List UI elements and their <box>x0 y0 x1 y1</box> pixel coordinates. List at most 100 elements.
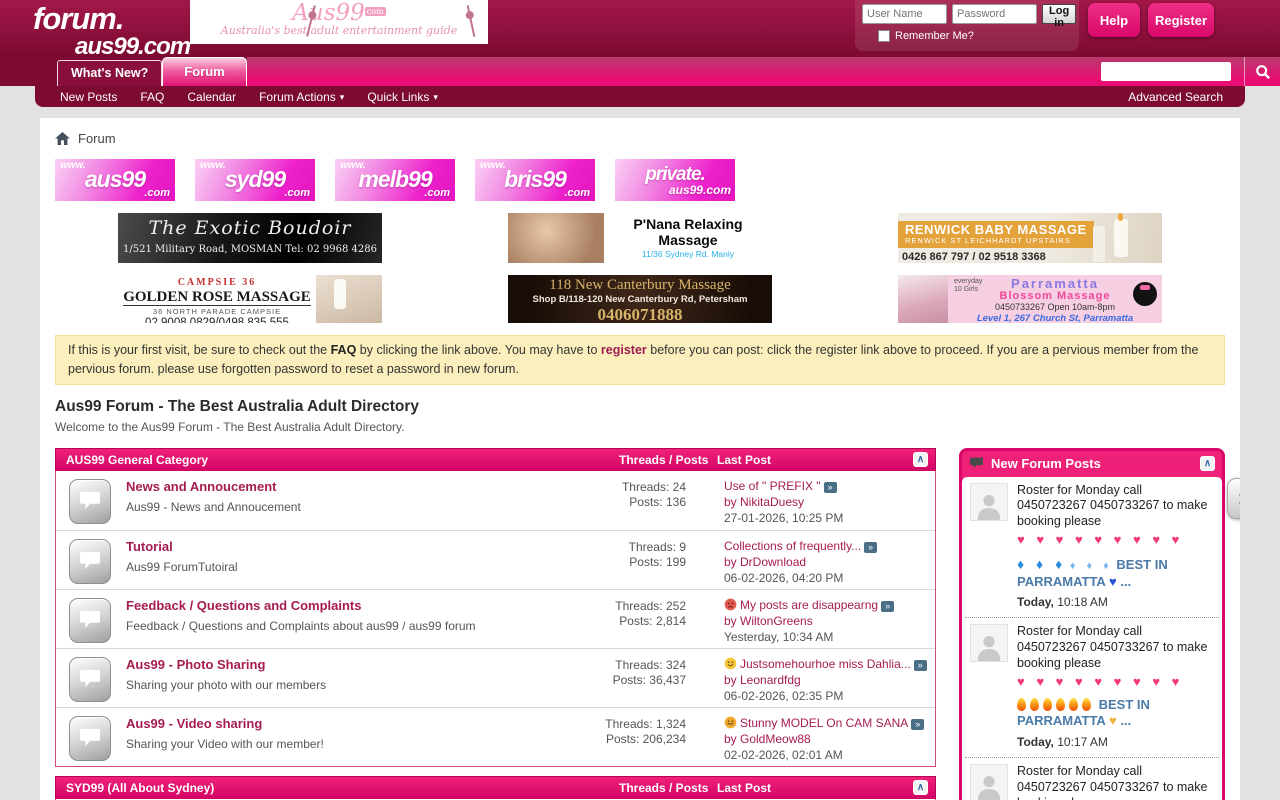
tab-forum[interactable]: Forum <box>162 57 246 86</box>
last-post-author[interactable]: by GoldMeow88 <box>724 732 935 747</box>
sidebar-post[interactable]: Roster for Monday call 0450723267 045073… <box>965 757 1219 800</box>
banner-bris99[interactable]: www. bris99 .com <box>475 159 595 201</box>
last-post-author[interactable]: by Leonardfdg <box>724 673 935 688</box>
last-post-link[interactable]: Use of " PREFIX " <box>724 479 821 493</box>
goto-last-post-icon[interactable]: » <box>824 482 837 493</box>
post-text: Roster for Monday call 0450723267 045073… <box>1017 764 1207 800</box>
username-field[interactable] <box>862 4 947 24</box>
forum-row: Feedback / Questions and Complaints Feed… <box>56 589 935 648</box>
remember-me-checkbox[interactable] <box>878 30 890 42</box>
sidebar-post[interactable]: Roster for Monday call 0450723267 045073… <box>965 617 1219 757</box>
forum-link[interactable]: Aus99 - Video sharing <box>126 716 572 731</box>
last-post-link[interactable]: Collections of frequently... <box>724 539 861 553</box>
forum-link[interactable]: Tutorial <box>126 539 572 554</box>
register-button[interactable]: Register <box>1148 3 1214 37</box>
forum-link[interactable]: Aus99 - Photo Sharing <box>126 657 572 672</box>
post-text: Roster for Monday call 0450723267 045073… <box>1017 483 1207 528</box>
tab-whats-new[interactable]: What's New? <box>57 60 162 86</box>
register-link[interactable]: register <box>601 343 647 357</box>
column-threads-posts: Threads / Posts <box>619 781 717 795</box>
banner-melb99[interactable]: www. melb99 .com <box>335 159 455 201</box>
search-input[interactable] <box>1101 62 1231 81</box>
heart-icon: ♥ <box>1109 574 1117 589</box>
angry-face-icon <box>724 598 737 611</box>
collapse-button[interactable]: ∧ <box>913 780 928 795</box>
site-banner-row: www. aus99 .com www. syd99 .com www. mel… <box>55 159 1225 201</box>
forum-description: Feedback / Questions and Complaints abou… <box>126 619 572 633</box>
banner-tagline: Australia's best adult entertainment gui… <box>190 24 488 37</box>
forum-row: News and Annoucement Aus99 - News and An… <box>56 471 935 530</box>
last-post-link[interactable]: My posts are disappearng <box>740 598 878 612</box>
ad-canterbury-massage[interactable]: 118 New Canterbury Massage Shop B/118-12… <box>508 275 772 323</box>
ad-blossom-massage[interactable]: everyday10 Girls Parramatta Blossom Mass… <box>898 275 1162 323</box>
column-last-post: Last Post <box>717 781 913 795</box>
goto-last-post-icon[interactable]: » <box>914 660 927 671</box>
subnav-faq[interactable]: FAQ <box>140 90 164 104</box>
home-icon[interactable] <box>55 132 70 145</box>
last-post-cell: Use of " PREFIX "» by NikitaDuesy 27-01-… <box>724 479 935 530</box>
collapse-button[interactable]: ∧ <box>913 452 928 467</box>
collapse-button[interactable]: ∧ <box>1200 456 1215 471</box>
ad-renwick-massage[interactable]: RENWICK BABY MASSAGE RENWICK ST LEICHHAR… <box>898 213 1162 263</box>
ad-exotic-boudoir[interactable]: The Exotic Boudoir 1/521 Military Road, … <box>118 213 382 263</box>
heart-icons: ♥ ♥ ♥ ♥ ♥ ♥ ♥ ♥ ♥ <box>1017 532 1214 548</box>
advanced-search-link[interactable]: Advanced Search <box>1128 90 1223 104</box>
last-post-cell: Collections of frequently...» by DrDownl… <box>724 539 935 589</box>
sidebar-expand-handle[interactable]: » <box>1227 478 1240 519</box>
last-post-link[interactable]: Stunny MODEL On CAM SANA <box>740 716 908 730</box>
banner-aus99[interactable]: www. aus99 .com <box>55 159 175 201</box>
flame-icon <box>1069 698 1078 711</box>
search-button[interactable] <box>1244 57 1280 86</box>
person-icon <box>974 771 1004 800</box>
password-field[interactable] <box>952 4 1037 24</box>
banner-title: Aus99com <box>190 1 488 24</box>
last-post-date: Yesterday, 10:34 AM <box>724 630 935 645</box>
page-subtitle: Welcome to the Aus99 Forum - The Best Au… <box>55 420 1225 434</box>
category-title[interactable]: SYD99 (All About Sydney) <box>66 781 619 795</box>
forum-row: Aus99 - Photo Sharing Sharing your photo… <box>56 648 935 707</box>
forum-link[interactable]: Feedback / Questions and Complaints <box>126 598 572 613</box>
goto-last-post-icon[interactable]: » <box>864 542 877 553</box>
category-aus99-general: AUS99 General Category Threads / Posts L… <box>55 448 936 767</box>
last-post-author[interactable]: by WiltonGreens <box>724 614 935 629</box>
forum-row: Tutorial Aus99 ForumTutoiral Threads: 9 … <box>56 530 935 589</box>
column-last-post: Last Post <box>717 453 913 467</box>
forum-link[interactable]: News and Annoucement <box>126 479 572 494</box>
goto-last-post-icon[interactable]: » <box>911 719 924 730</box>
goto-last-post-icon[interactable]: » <box>881 601 894 612</box>
site-logo[interactable]: forum. aus99.com <box>33 3 190 59</box>
speech-bubble-icon <box>969 457 984 470</box>
column-threads-posts: Threads / Posts <box>619 453 717 467</box>
subnav-quick-links[interactable]: Quick Links▾ <box>367 90 438 104</box>
avatar <box>970 764 1008 800</box>
sidebar-post[interactable]: Roster for Monday call 0450723267 045073… <box>965 477 1219 618</box>
candle-icon <box>1114 219 1128 257</box>
category-syd99: SYD99 (All About Sydney) Threads / Posts… <box>55 776 936 800</box>
forum-description: Sharing your photo with our members <box>126 678 572 692</box>
last-post-author[interactable]: by DrDownload <box>724 555 935 570</box>
subnav-calendar[interactable]: Calendar <box>187 90 236 104</box>
header-banner[interactable]: Aus99com Australia's best adult entertai… <box>190 0 488 44</box>
banner-private-aus99[interactable]: private. aus99.com <box>615 159 735 201</box>
faq-link[interactable]: FAQ <box>331 343 357 357</box>
forum-stats: Threads: 1,324 Posts: 206,234 <box>578 716 686 766</box>
last-post-author[interactable]: by NikitaDuesy <box>724 495 935 510</box>
forum-stats: Threads: 24 Posts: 136 <box>578 479 686 530</box>
search-icon <box>1255 64 1271 80</box>
banner-syd99[interactable]: www. syd99 .com <box>195 159 315 201</box>
category-title[interactable]: AUS99 General Category <box>66 453 619 467</box>
breadcrumb-forum[interactable]: Forum <box>78 131 116 146</box>
ad-pnana-massage[interactable]: P'Nana Relaxing Massage 11/36 Sydney Rd.… <box>508 213 772 263</box>
ad-golden-rose-massage[interactable]: CAMPSIE 36 GOLDEN ROSE MASSAGE 36 NORTH … <box>118 275 382 323</box>
avatar <box>970 483 1008 521</box>
speech-bubble-icon <box>79 551 101 571</box>
diamond-icons: ♦ ♦ ♦ <box>1017 556 1066 572</box>
subnav-new-posts[interactable]: New Posts <box>60 90 117 104</box>
login-button[interactable]: Log in <box>1042 4 1076 24</box>
last-post-link[interactable]: Justsomehourhoe miss Dahlia... <box>740 657 911 671</box>
category-header: AUS99 General Category Threads / Posts L… <box>55 448 936 471</box>
forum-icon <box>69 657 111 702</box>
post-text: Roster for Monday call 0450723267 045073… <box>1017 624 1207 669</box>
subnav-forum-actions[interactable]: Forum Actions▾ <box>259 90 344 104</box>
help-button[interactable]: Help <box>1088 3 1140 37</box>
